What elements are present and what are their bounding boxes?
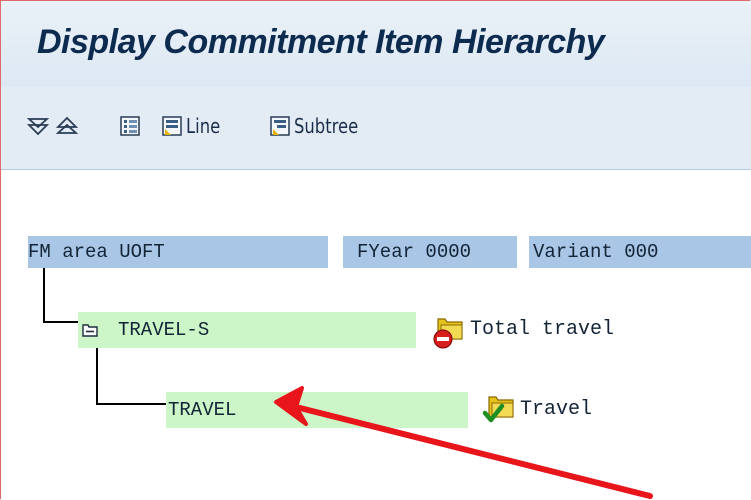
annotation-arrow-icon [274, 386, 653, 499]
